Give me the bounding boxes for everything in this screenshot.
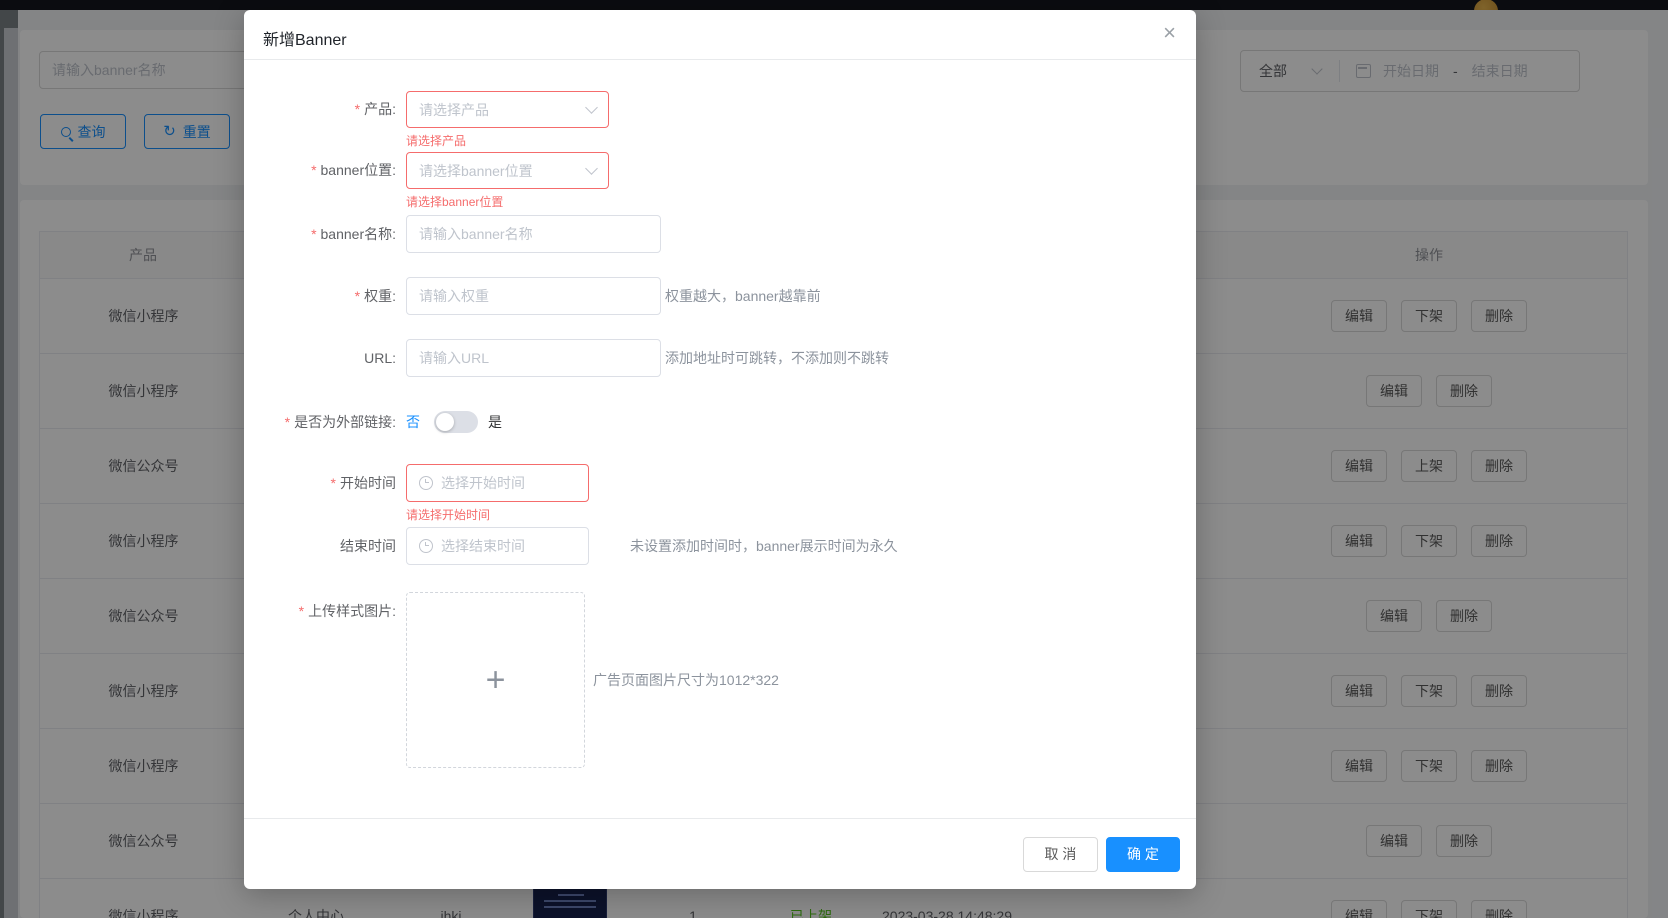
validation-error: 请选择产品	[406, 134, 467, 148]
field-label-text: banner位置:	[320, 162, 396, 178]
field-label-7: * 开始时间	[246, 464, 396, 502]
field-hint: 未设置添加时间时，banner展示时间为永久	[630, 538, 898, 554]
field-label-text: 是否为外部链接:	[294, 414, 396, 430]
field-label-text: URL:	[364, 350, 396, 366]
add-banner-modal: 新增Banner × * 产品: 请选择产品 请选择产品 * banner位置: 请选择ba…	[244, 10, 1196, 889]
confirm-button[interactable]: 确 定	[1106, 836, 1180, 872]
input-3[interactable]	[406, 215, 661, 253]
required-asterisk: *	[330, 475, 336, 491]
field-hint: 权重越大，banner越靠前	[665, 288, 821, 304]
select-placeholder: 请选择产品	[419, 101, 489, 118]
field-label-text: 权重:	[364, 288, 396, 304]
field-label-3: * banner名称:	[246, 215, 396, 253]
clock-icon	[419, 476, 433, 490]
required-asterisk: *	[311, 162, 317, 178]
chevron-down-icon	[585, 101, 598, 114]
plus-icon: +	[485, 660, 506, 699]
field-label-text: 开始时间	[340, 475, 396, 491]
time-placeholder: 选择结束时间	[441, 538, 525, 554]
modal-title: 新增Banner	[263, 32, 347, 49]
field-label-text: 产品:	[364, 101, 396, 117]
field-label-8: 结束时间	[246, 527, 396, 565]
chevron-down-icon	[585, 162, 598, 175]
external-link-switch[interactable]	[434, 411, 478, 433]
field-label-text: 上传样式图片:	[308, 603, 396, 619]
input-4[interactable]	[406, 277, 661, 315]
required-asterisk: *	[298, 603, 305, 619]
time-picker-7[interactable]: 选择开始时间	[406, 464, 589, 502]
switch-off-label: 否	[406, 414, 420, 430]
field-label-9: * 上传样式图片:	[246, 592, 396, 630]
image-upload-box[interactable]: +	[406, 592, 585, 768]
field-label-text: banner名称:	[320, 226, 396, 242]
field-label-5: URL:	[246, 339, 396, 377]
input-5[interactable]	[406, 339, 661, 377]
select-placeholder: 请选择banner位置	[419, 162, 533, 179]
time-placeholder: 选择开始时间	[441, 475, 525, 491]
field-label-4: * 权重:	[246, 277, 396, 315]
cancel-button[interactable]: 取 消	[1023, 836, 1098, 872]
field-label-6: * 是否为外部链接:	[246, 411, 396, 433]
select-2[interactable]: 请选择banner位置	[406, 152, 609, 189]
validation-error: 请选择banner位置	[406, 195, 504, 209]
field-label-1: * 产品:	[246, 91, 396, 128]
required-asterisk: *	[354, 288, 361, 304]
field-label-2: * banner位置:	[246, 152, 396, 189]
select-1[interactable]: 请选择产品	[406, 91, 609, 128]
field-label-text: 结束时间	[340, 538, 396, 554]
modal-footer: 取 消 确 定	[244, 818, 1196, 889]
required-asterisk: *	[354, 101, 361, 117]
required-asterisk: *	[284, 414, 291, 430]
clock-icon	[419, 539, 433, 553]
validation-error: 请选择开始时间	[406, 508, 491, 522]
time-picker-8[interactable]: 选择结束时间	[406, 527, 589, 565]
field-hint: 添加地址时可跳转，不添加则不跳转	[665, 350, 889, 366]
field-hint: 广告页面图片尺寸为1012*322	[593, 672, 779, 688]
close-icon[interactable]: ×	[1163, 22, 1176, 44]
switch-on-label: 是	[488, 414, 502, 430]
modal-header: 新增Banner ×	[244, 10, 1196, 60]
required-asterisk: *	[311, 226, 317, 242]
